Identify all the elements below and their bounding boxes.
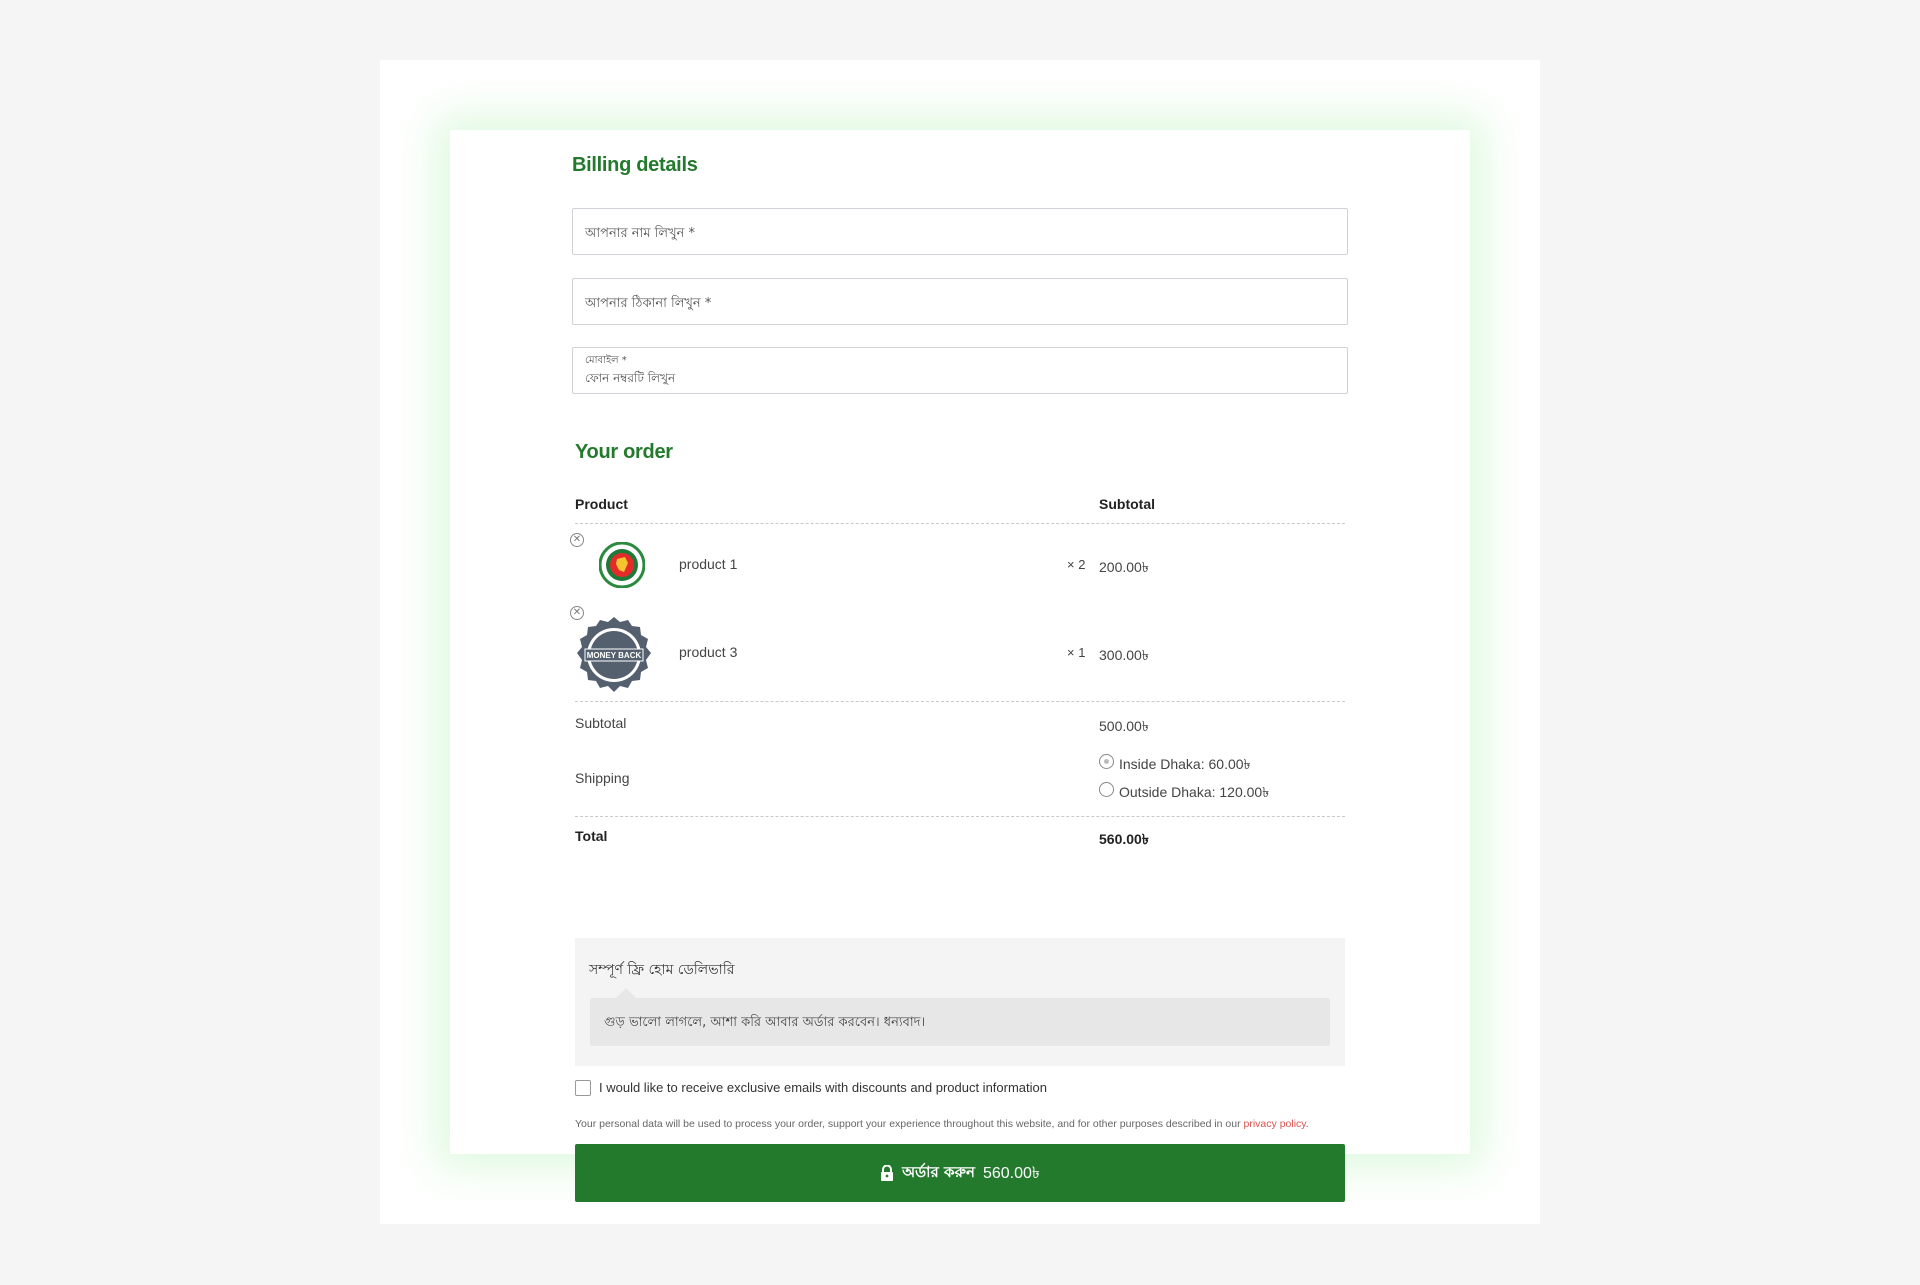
total-value: 560.00৳ xyxy=(1099,831,1149,847)
mobile-field[interactable]: মোবাইল * ফোন নম্বরটি লিখুন xyxy=(572,347,1348,394)
privacy-notice: Your personal data will be used to proce… xyxy=(575,1118,1309,1130)
item-qty: × 1 xyxy=(1067,645,1086,660)
address-placeholder: আপনার ঠিকানা লিখুন * xyxy=(585,296,712,311)
lock-icon xyxy=(881,1165,894,1181)
name-placeholder: আপনার নাম লিখুন * xyxy=(585,226,696,241)
remove-item-icon[interactable]: ✕ xyxy=(570,533,584,547)
order-title: Your order xyxy=(575,441,673,463)
table-divider xyxy=(575,701,1345,702)
product-header: Product xyxy=(575,496,628,512)
place-order-amount: 560.00৳ xyxy=(982,1164,1040,1182)
billing-title: Billing details xyxy=(572,154,698,176)
newsletter-label[interactable]: I would like to receive exclusive emails… xyxy=(599,1080,1047,1095)
privacy-text: Your personal data will be used to proce… xyxy=(575,1118,1244,1130)
svg-text:MONEY BACK: MONEY BACK xyxy=(587,651,642,660)
shipping-option-outside[interactable]: Outside Dhaka: 120.00৳ xyxy=(1119,781,1269,805)
shipping-radio-inside[interactable] xyxy=(1099,754,1114,769)
total-label: Total xyxy=(575,828,608,844)
subtotal-value: 500.00৳ xyxy=(1099,718,1149,734)
table-divider xyxy=(575,523,1345,524)
money-back-badge-icon: MONEY BACK xyxy=(575,616,653,694)
checkout-card: Billing details আপনার নাম লিখুন * আপনার … xyxy=(450,130,1470,1202)
bangladesh-govt-seal-icon xyxy=(598,541,646,589)
name-field[interactable]: আপনার নাম লিখুন * xyxy=(572,208,1348,255)
mobile-placeholder: ফোন নম্বরটি লিখুন xyxy=(585,371,676,385)
item-price: 300.00৳ xyxy=(1099,647,1149,663)
item-qty: × 2 xyxy=(1067,557,1086,572)
note-message: গুড় ভালো লাগলে, আশা করি আবার অর্ডার করব… xyxy=(604,1015,926,1030)
privacy-policy-link[interactable]: privacy policy xyxy=(1244,1118,1306,1130)
subtotal-header: Subtotal xyxy=(1099,496,1155,512)
privacy-end: . xyxy=(1305,1118,1309,1130)
subtotal-label: Subtotal xyxy=(575,715,627,731)
place-order-label: অর্ডার করুন xyxy=(902,1162,975,1181)
table-divider xyxy=(575,816,1345,817)
mobile-label: মোবাইল * xyxy=(585,355,627,366)
place-order-button[interactable]: অর্ডার করুন 560.00৳ xyxy=(575,1144,1345,1202)
note-title: সম্পূর্ণ ফ্রি হোম ডেলিভারি xyxy=(589,962,735,978)
page-container: Billing details আপনার নাম লিখুন * আপনার … xyxy=(380,60,1540,1224)
note-message-box: গুড় ভালো লাগলে, আশা করি আবার অর্ডার করব… xyxy=(590,988,1330,1046)
item-price: 200.00৳ xyxy=(1099,559,1149,575)
item-name: product 3 xyxy=(679,644,738,660)
shipping-label: Shipping xyxy=(575,770,630,786)
address-field[interactable]: আপনার ঠিকানা লিখুন * xyxy=(572,278,1348,325)
item-name: product 1 xyxy=(679,556,738,572)
newsletter-checkbox[interactable] xyxy=(575,1080,591,1096)
delivery-note: সম্পূর্ণ ফ্রি হোম ডেলিভারি গুড় ভালো লাগ… xyxy=(575,938,1345,1066)
shipping-radio-outside[interactable] xyxy=(1099,782,1114,797)
shipping-option-inside[interactable]: Inside Dhaka: 60.00৳ xyxy=(1119,753,1251,777)
